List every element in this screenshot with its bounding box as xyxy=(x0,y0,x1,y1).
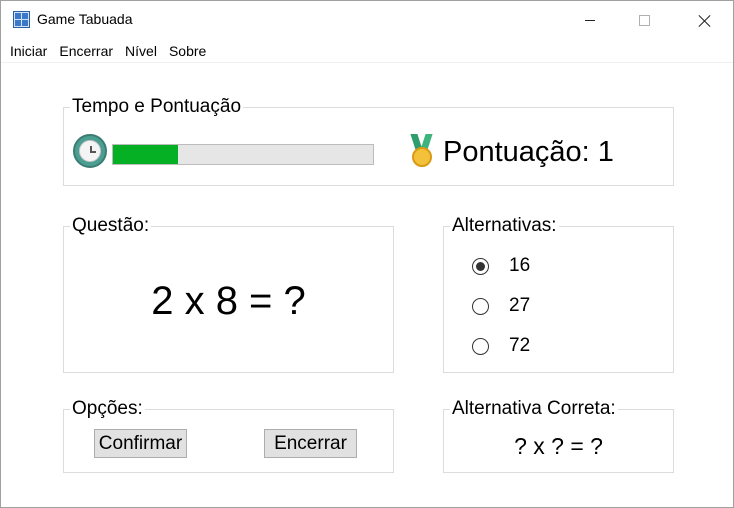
alternatives-group-title: Alternativas: xyxy=(450,215,559,237)
options-group-title: Opções: xyxy=(70,398,145,420)
question-group-title: Questão: xyxy=(70,215,152,237)
question-group: Questão: 2 x 8 = ? xyxy=(63,215,394,373)
minimize-button[interactable] xyxy=(567,1,613,39)
close-icon xyxy=(698,14,711,27)
app-window: Game Tabuada Iniciar Encerrar Nível Sobr… xyxy=(0,0,734,508)
maximize-button[interactable] xyxy=(621,1,667,39)
alternative-label: 27 xyxy=(509,295,531,316)
alternative-option[interactable]: 16 xyxy=(472,255,530,277)
end-game-button[interactable]: Encerrar xyxy=(264,429,357,458)
correct-answer-group: Alternativa Correta: ? x ? = ? xyxy=(443,398,674,473)
correct-answer-group-title: Alternativa Correta: xyxy=(450,398,618,420)
score-label: Pontuação: 1 xyxy=(443,136,614,168)
medal-icon xyxy=(410,134,434,168)
alternative-label: 16 xyxy=(509,255,531,276)
app-icon xyxy=(13,11,30,28)
alternative-label: 72 xyxy=(509,335,531,356)
question-text: 2 x 8 = ? xyxy=(151,279,306,323)
alternatives-group: Alternativas: 16 27 72 xyxy=(443,215,674,373)
window-title: Game Tabuada xyxy=(37,11,133,27)
minimize-icon xyxy=(585,19,595,21)
confirm-button[interactable]: Confirmar xyxy=(94,429,187,458)
alternative-radio[interactable] xyxy=(472,257,489,275)
menu-bar: Iniciar Encerrar Nível Sobre xyxy=(1,39,733,63)
clock-icon xyxy=(73,134,107,168)
menu-encerrar[interactable]: Encerrar xyxy=(53,41,119,61)
close-button[interactable] xyxy=(681,1,727,39)
time-score-group-title: Tempo e Pontuação xyxy=(70,96,244,118)
options-group: Opções: Confirmar Encerrar xyxy=(63,398,394,473)
alternative-radio[interactable] xyxy=(472,337,489,355)
alternative-radio[interactable] xyxy=(472,297,489,315)
maximize-icon xyxy=(638,14,650,26)
menu-nivel[interactable]: Nível xyxy=(119,41,163,61)
correct-answer-text: ? x ? = ? xyxy=(514,433,603,459)
alternative-option[interactable]: 72 xyxy=(472,335,530,357)
time-progress-fill xyxy=(113,145,178,164)
menu-iniciar[interactable]: Iniciar xyxy=(4,41,53,61)
time-progress-bar xyxy=(112,144,374,165)
alternative-option[interactable]: 27 xyxy=(472,295,530,317)
title-bar: Game Tabuada xyxy=(1,1,733,39)
menu-sobre[interactable]: Sobre xyxy=(163,41,212,61)
time-score-group: Tempo e Pontuação Pontuação: 1 xyxy=(63,96,674,186)
